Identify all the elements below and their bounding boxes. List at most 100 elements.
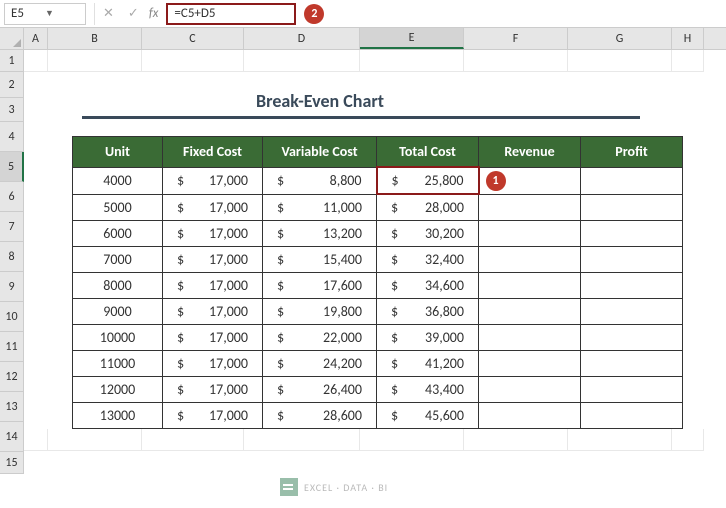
th-unit[interactable]: Unit bbox=[73, 137, 163, 168]
row-header-5[interactable]: 5 bbox=[0, 152, 24, 182]
cell-variable-cost[interactable]: $19,800 bbox=[263, 299, 377, 325]
cancel-icon[interactable]: ✕ bbox=[103, 6, 114, 21]
cell-revenue[interactable] bbox=[479, 299, 581, 325]
col-header-A[interactable]: A bbox=[24, 28, 48, 49]
row-header-10[interactable]: 10 bbox=[0, 302, 24, 332]
cell-total-cost[interactable]: $41,200 bbox=[377, 351, 479, 377]
cell-profit[interactable] bbox=[581, 377, 683, 403]
cell-variable-cost[interactable]: $26,400 bbox=[263, 377, 377, 403]
col-header-F[interactable]: F bbox=[464, 28, 568, 49]
row-header-1[interactable]: 1 bbox=[0, 50, 24, 72]
cell-fixed-cost[interactable]: $17,000 bbox=[163, 221, 263, 247]
cell-profit[interactable] bbox=[581, 299, 683, 325]
row-header-11[interactable]: 11 bbox=[0, 332, 24, 362]
grid-background[interactable]: Break-Even Chart Unit Fixed Cost Variabl… bbox=[24, 50, 726, 451]
cell-total-cost[interactable]: $39,000 bbox=[377, 325, 479, 351]
cell-total-cost[interactable]: $25,8001 bbox=[377, 167, 479, 194]
check-icon[interactable]: ✓ bbox=[128, 6, 139, 21]
cell-fixed-cost[interactable]: $17,000 bbox=[163, 299, 263, 325]
cell-total-cost[interactable]: $36,800 bbox=[377, 299, 479, 325]
th-variable-cost[interactable]: Variable Cost bbox=[263, 137, 377, 168]
th-total-cost[interactable]: Total Cost bbox=[377, 137, 479, 168]
cell-total-cost[interactable]: $43,400 bbox=[377, 377, 479, 403]
col-header-D[interactable]: D bbox=[244, 28, 360, 49]
row-header-12[interactable]: 12 bbox=[0, 362, 24, 392]
row-header-13[interactable]: 13 bbox=[0, 392, 24, 422]
col-header-H[interactable]: H bbox=[672, 28, 704, 49]
cell-profit[interactable] bbox=[581, 221, 683, 247]
cell-fixed-cost[interactable]: $17,000 bbox=[163, 377, 263, 403]
formula-input[interactable]: =C5+D5 bbox=[166, 3, 296, 25]
th-fixed-cost[interactable]: Fixed Cost bbox=[163, 137, 263, 168]
row-header-4[interactable]: 4 bbox=[0, 122, 24, 152]
th-profit[interactable]: Profit bbox=[581, 137, 683, 168]
cell-revenue[interactable] bbox=[479, 403, 581, 429]
row-header-6[interactable]: 6 bbox=[0, 182, 24, 212]
row-header-8[interactable]: 8 bbox=[0, 242, 24, 272]
row-header-15[interactable]: 15 bbox=[0, 452, 24, 474]
chart-title-area: Break-Even Chart bbox=[24, 72, 726, 122]
cell-unit[interactable]: 9000 bbox=[73, 299, 163, 325]
cell-variable-cost[interactable]: $11,000 bbox=[263, 194, 377, 221]
cell-fixed-cost[interactable]: $17,000 bbox=[163, 403, 263, 429]
cell-unit[interactable]: 8000 bbox=[73, 273, 163, 299]
col-header-C[interactable]: C bbox=[142, 28, 244, 49]
watermark-text: EXCEL · DATA · BI bbox=[304, 481, 388, 494]
row-header-7[interactable]: 7 bbox=[0, 212, 24, 242]
cell-revenue[interactable] bbox=[479, 351, 581, 377]
cell-total-cost[interactable]: $34,600 bbox=[377, 273, 479, 299]
chevron-down-icon[interactable]: ▼ bbox=[45, 8, 79, 19]
cell-variable-cost[interactable]: $13,200 bbox=[263, 221, 377, 247]
cell-revenue[interactable] bbox=[479, 221, 581, 247]
cell-fixed-cost[interactable]: $17,000 bbox=[163, 194, 263, 221]
cell-revenue[interactable] bbox=[479, 273, 581, 299]
cell-unit[interactable]: 13000 bbox=[73, 403, 163, 429]
th-revenue[interactable]: Revenue bbox=[479, 137, 581, 168]
cell-variable-cost[interactable]: $15,400 bbox=[263, 247, 377, 273]
cell-fixed-cost[interactable]: $17,000 bbox=[163, 325, 263, 351]
col-header-E[interactable]: E bbox=[360, 28, 464, 49]
cell-profit[interactable] bbox=[581, 247, 683, 273]
cell-unit[interactable]: 7000 bbox=[73, 247, 163, 273]
cell-revenue[interactable] bbox=[479, 325, 581, 351]
cell-fixed-cost[interactable]: $17,000 bbox=[163, 351, 263, 377]
cell-variable-cost[interactable]: $28,600 bbox=[263, 403, 377, 429]
cell-revenue[interactable] bbox=[479, 247, 581, 273]
cell-revenue[interactable] bbox=[479, 377, 581, 403]
cell-profit[interactable] bbox=[581, 351, 683, 377]
cell-total-cost[interactable]: $45,600 bbox=[377, 403, 479, 429]
cell-profit[interactable] bbox=[581, 167, 683, 194]
cell-unit[interactable]: 12000 bbox=[73, 377, 163, 403]
cell-fixed-cost[interactable]: $17,000 bbox=[163, 167, 263, 194]
cell-profit[interactable] bbox=[581, 273, 683, 299]
cell-unit[interactable]: 4000 bbox=[73, 167, 163, 194]
row-header-9[interactable]: 9 bbox=[0, 272, 24, 302]
row-header-14[interactable]: 14 bbox=[0, 422, 24, 452]
row-header-3[interactable]: 3 bbox=[0, 98, 24, 122]
cell-unit[interactable]: 6000 bbox=[73, 221, 163, 247]
cell-total-cost[interactable]: $32,400 bbox=[377, 247, 479, 273]
cell-fixed-cost[interactable]: $17,000 bbox=[163, 273, 263, 299]
cell-unit[interactable]: 5000 bbox=[73, 194, 163, 221]
cell-profit[interactable] bbox=[581, 325, 683, 351]
select-all-corner[interactable] bbox=[0, 28, 24, 50]
cell-variable-cost[interactable]: $8,800 bbox=[263, 167, 377, 194]
col-header-G[interactable]: G bbox=[568, 28, 672, 49]
name-box[interactable]: E5 ▼ bbox=[4, 3, 86, 25]
cell-unit[interactable]: 10000 bbox=[73, 325, 163, 351]
cell-fixed-cost[interactable]: $17,000 bbox=[163, 247, 263, 273]
cell-variable-cost[interactable]: $22,000 bbox=[263, 325, 377, 351]
row-header-2[interactable]: 2 bbox=[0, 72, 24, 98]
cell-revenue[interactable] bbox=[479, 194, 581, 221]
cell-variable-cost[interactable]: $24,200 bbox=[263, 351, 377, 377]
cell-profit[interactable] bbox=[581, 403, 683, 429]
table-row: 5000$17,000$11,000$28,000 bbox=[73, 194, 683, 221]
cell-profit[interactable] bbox=[581, 194, 683, 221]
col-header-B[interactable]: B bbox=[48, 28, 142, 49]
table-row: 4000$17,000$8,800$25,8001 bbox=[73, 167, 683, 194]
fx-label[interactable]: fx bbox=[149, 6, 159, 21]
cell-total-cost[interactable]: $30,200 bbox=[377, 221, 479, 247]
cell-variable-cost[interactable]: $17,600 bbox=[263, 273, 377, 299]
cell-unit[interactable]: 11000 bbox=[73, 351, 163, 377]
cell-total-cost[interactable]: $28,000 bbox=[377, 194, 479, 221]
